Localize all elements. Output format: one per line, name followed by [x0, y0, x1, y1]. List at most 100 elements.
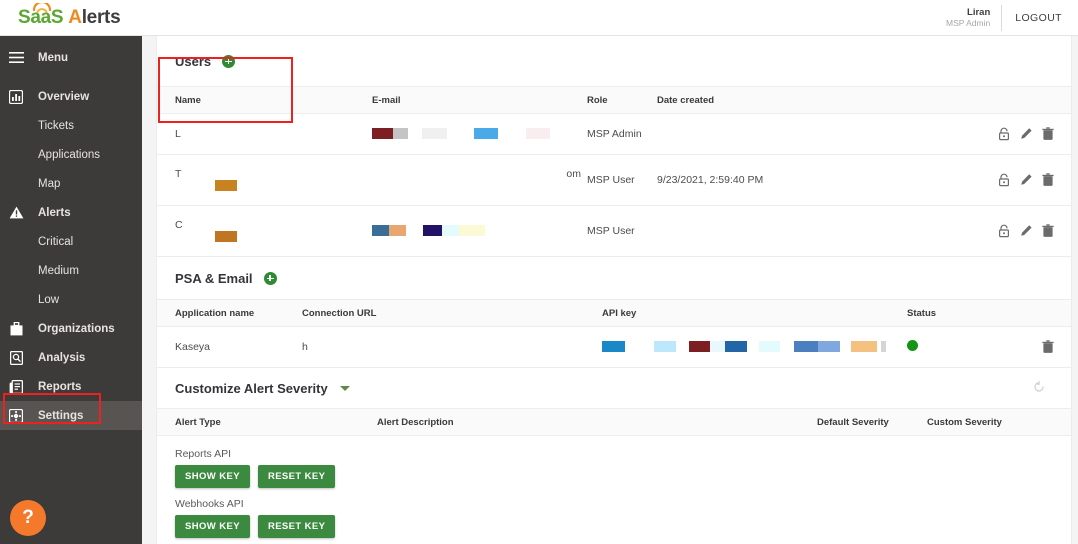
sidebar-item-tickets[interactable]: Tickets	[0, 111, 142, 140]
psa-title: PSA & Email	[175, 271, 253, 286]
delete-trash-icon[interactable]	[1042, 127, 1055, 141]
redaction-block	[725, 341, 747, 352]
users-table: Name E-mail Role Date created LMSP Admin…	[157, 86, 1071, 257]
email-tail: om	[566, 168, 581, 180]
redaction-block	[818, 341, 840, 352]
redaction-block	[654, 341, 676, 352]
api-key-group: Reports API SHOW KEY RESET KEY	[157, 448, 1071, 488]
table-row[interactable]: TomMSP User9/23/2021, 2:59:40 PM	[157, 155, 1071, 206]
cell-actions	[897, 206, 1071, 257]
psa-col-actions	[1027, 300, 1071, 327]
table-row[interactable]: C MSP User	[157, 206, 1071, 257]
sidebar-item-reports[interactable]: Reports	[0, 372, 142, 401]
psa-table-header-row: Application name Connection URL API key …	[157, 300, 1071, 327]
cell-application-name: Kaseya	[157, 327, 302, 368]
redaction-block	[389, 225, 406, 236]
edit-pencil-icon[interactable]	[1020, 224, 1033, 238]
settings-page: Users Name E-mail Role Date created LMSP…	[156, 36, 1072, 544]
redaction-block	[372, 128, 393, 139]
psa-col-url: Connection URL	[302, 300, 602, 327]
gear-square-icon	[8, 408, 24, 424]
delete-trash-icon[interactable]	[1042, 173, 1055, 187]
hamburger-icon	[8, 50, 24, 66]
app-logo[interactable]: SaaSAlerts	[18, 3, 148, 31]
sidebar-item-medium[interactable]: Medium	[0, 256, 142, 285]
chevron-down-icon[interactable]	[340, 386, 350, 391]
lock-icon[interactable]	[998, 224, 1011, 238]
sidebar-item-critical[interactable]: Critical	[0, 227, 142, 256]
sidebar-item-organizations[interactable]: Organizations	[0, 314, 142, 343]
cell-connection-url: h	[302, 327, 602, 368]
delete-trash-icon[interactable]	[1042, 340, 1055, 354]
delete-trash-icon[interactable]	[1042, 224, 1055, 238]
sidebar: Menu Overview Tickets Applications Map Alert…	[0, 36, 142, 544]
show-key-button[interactable]: SHOW KEY	[175, 515, 250, 538]
cell-email	[372, 206, 587, 257]
table-row[interactable]: LMSP Admin	[157, 114, 1071, 155]
sidebar-item-label: Low	[38, 294, 59, 306]
sidebar-item-settings[interactable]: Settings	[0, 401, 142, 430]
users-section-header: Users	[157, 36, 1071, 86]
redaction-block	[423, 225, 442, 236]
user-name-initial: C	[175, 219, 183, 231]
reset-key-button[interactable]: RESET KEY	[258, 515, 335, 538]
document-search-icon	[8, 350, 24, 366]
cell-role: MSP User	[587, 206, 657, 257]
user-role: MSP Admin	[946, 19, 990, 29]
cell-date: 9/23/2021, 2:59:40 PM	[657, 155, 897, 206]
reset-key-button[interactable]: RESET KEY	[258, 465, 335, 488]
sidebar-item-analysis[interactable]: Analysis	[0, 343, 142, 372]
cell-actions	[897, 114, 1071, 155]
user-info[interactable]: Liran MSP Admin	[946, 5, 1002, 31]
cell-date	[657, 114, 897, 155]
briefcase-icon	[8, 321, 24, 337]
redaction-block	[526, 128, 550, 139]
redaction-block	[759, 341, 780, 352]
users-col-actions	[897, 87, 1071, 114]
help-button[interactable]: ?	[10, 500, 46, 536]
sidebar-item-label: Map	[38, 178, 60, 190]
sidebar-menu-toggle[interactable]: Menu	[0, 43, 142, 72]
user-name: Liran	[946, 8, 990, 19]
lock-icon[interactable]	[998, 173, 1011, 187]
sidebar-item-label: Alerts	[38, 207, 71, 219]
redaction-block	[393, 128, 408, 139]
sidebar-item-label: Settings	[38, 410, 83, 422]
logout-button[interactable]: LOGOUT	[1002, 12, 1078, 24]
users-col-role: Role	[587, 87, 657, 114]
sidebar-item-overview[interactable]: Overview	[0, 82, 142, 111]
warning-triangle-icon	[8, 205, 24, 221]
redaction-block	[474, 128, 498, 139]
sidebar-item-low[interactable]: Low	[0, 285, 142, 314]
redaction-block	[689, 341, 710, 352]
sidebar-item-alerts[interactable]: Alerts	[0, 198, 142, 227]
cell-role: MSP User	[587, 155, 657, 206]
psa-col-status: Status	[907, 300, 1027, 327]
redaction-block	[794, 341, 818, 352]
redaction-block	[422, 128, 447, 139]
psa-table: Application name Connection URL API key …	[157, 299, 1071, 368]
sidebar-item-map[interactable]: Map	[0, 169, 142, 198]
psa-col-apikey: API key	[602, 300, 907, 327]
edit-pencil-icon[interactable]	[1020, 127, 1033, 141]
sidebar-item-label: Medium	[38, 265, 79, 277]
api-group-label: Reports API	[157, 448, 1071, 460]
table-row[interactable]: Kaseyah	[157, 327, 1071, 368]
api-group-label: Webhooks API	[157, 498, 1071, 510]
sidebar-item-applications[interactable]: Applications	[0, 140, 142, 169]
cell-email	[372, 114, 587, 155]
lock-icon[interactable]	[998, 127, 1011, 141]
sidebar-item-label: Applications	[38, 149, 100, 161]
sidebar-item-label: Analysis	[38, 352, 85, 364]
edit-pencil-icon[interactable]	[1020, 173, 1033, 187]
refresh-reset-icon[interactable]	[1033, 380, 1045, 398]
severity-section-header: Customize Alert Severity	[157, 368, 1071, 408]
severity-title: Customize Alert Severity	[175, 381, 328, 396]
top-bar: SaaSAlerts Liran MSP Admin LOGOUT	[0, 0, 1078, 36]
add-user-button[interactable]	[222, 55, 235, 68]
sidebar-item-label: Tickets	[38, 120, 74, 132]
help-question-icon: ?	[22, 507, 34, 529]
api-key-group: Webhooks API SHOW KEY RESET KEY	[157, 498, 1071, 538]
add-psa-button[interactable]	[264, 272, 277, 285]
show-key-button[interactable]: SHOW KEY	[175, 465, 250, 488]
